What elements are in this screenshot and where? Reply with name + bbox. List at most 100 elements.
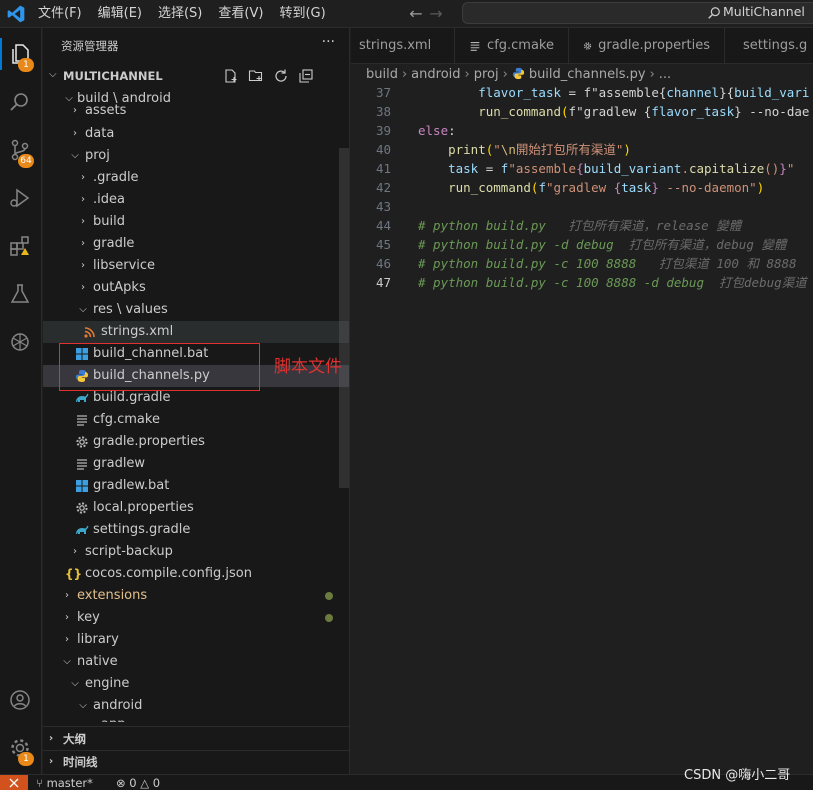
modified-dot xyxy=(325,592,333,600)
outline-panel-header[interactable]: › 大纲 xyxy=(43,728,349,750)
chevron-right-icon: › xyxy=(401,67,408,82)
branch-indicator[interactable]: ⑂ master* xyxy=(36,775,93,790)
code-line: 41 task = f"assemble{build_variant.capit… xyxy=(375,161,795,176)
code-line: 39 else: xyxy=(375,123,456,138)
menu-file[interactable]: 文件(F) xyxy=(38,0,82,28)
testing-activity[interactable] xyxy=(0,276,42,312)
menu-selection[interactable]: 选择(S) xyxy=(158,0,202,28)
tab-settings-gradle[interactable]: settings.g xyxy=(725,28,813,64)
tree-folder-proj[interactable]: ⌵ proj xyxy=(43,145,349,167)
forward-arrow-icon[interactable]: → xyxy=(426,4,446,23)
new-folder-icon[interactable] xyxy=(248,68,264,84)
chevron-right-icon: › xyxy=(81,172,85,183)
timeline-panel-header[interactable]: › 时间线 xyxy=(43,751,349,773)
code-text: flavor_task = f"assemble{channel}{build_… xyxy=(478,85,810,100)
search-activity[interactable] xyxy=(0,84,42,120)
tree-folder-script-backup[interactable]: › script-backup xyxy=(43,541,349,563)
chevron-right-icon: › xyxy=(81,238,85,249)
search-icon xyxy=(10,93,28,111)
tree-folder-build[interactable]: › build xyxy=(43,211,349,233)
panel-divider xyxy=(43,726,349,727)
tree-folder-data[interactable]: › data xyxy=(43,123,349,145)
chevron-right-icon: › xyxy=(649,67,655,82)
tree-folder-dot-gradle[interactable]: › .gradle xyxy=(43,167,349,189)
chevron-down-icon: ⌵ xyxy=(63,656,71,667)
menu-view[interactable]: 查看(V) xyxy=(218,0,263,28)
breadcrumb-file[interactable]: build_channels.py xyxy=(529,67,646,82)
tree-folder-key[interactable]: › key xyxy=(43,607,349,629)
command-center-search[interactable]: MultiChannel xyxy=(462,2,813,24)
flask-icon xyxy=(10,284,30,303)
tree-file-gradle-properties[interactable]: gradle.properties xyxy=(43,431,349,453)
tree-file-gradlew[interactable]: gradlew xyxy=(43,453,349,475)
collapse-all-icon[interactable] xyxy=(298,68,314,84)
tree-folder-outapks[interactable]: › outApks xyxy=(43,277,349,299)
code-text: else: xyxy=(418,123,456,138)
code-text: run_command(f"gradlew {flavor_task} --no… xyxy=(478,104,810,119)
refresh-icon[interactable] xyxy=(273,68,289,84)
explorer-activity[interactable]: 1 xyxy=(0,36,42,72)
remote-indicator-icon[interactable] xyxy=(0,775,28,790)
chevron-down-icon: ⌵ xyxy=(71,150,79,161)
breadcrumb-build[interactable]: build xyxy=(366,67,398,82)
tree-folder-gradle[interactable]: › gradle xyxy=(43,233,349,255)
git-branch-icon: ⑂ xyxy=(36,776,47,790)
code-text: task = f"assemble{build_variant.capitali… xyxy=(448,161,795,176)
tree-file-settings-gradle[interactable]: settings.gradle xyxy=(43,519,349,541)
breadcrumb-symbol[interactable]: ... xyxy=(659,67,671,82)
chevron-right-icon: › xyxy=(65,612,69,623)
breadcrumb-proj[interactable]: proj xyxy=(474,67,499,82)
windows-icon xyxy=(76,480,88,492)
menu-go[interactable]: 转到(G) xyxy=(279,0,325,28)
nav-buttons: ← → xyxy=(406,4,452,24)
code-line: 44 # python build.py 打包所有渠道，release 變體 xyxy=(375,218,742,233)
annotation-box xyxy=(59,343,260,391)
menu-edit[interactable]: 编辑(E) xyxy=(98,0,142,28)
tree-file-cocos-compile-config-json[interactable]: {} cocos.compile.config.json xyxy=(43,563,349,585)
code-line: 37 flavor_task = f"assemble{channel}{bui… xyxy=(375,85,810,100)
tab-cfg-cmake[interactable]: cfg.cmake xyxy=(455,28,569,64)
tree-folder-app[interactable]: ⌵app xyxy=(43,714,349,722)
tree-file-strings-xml[interactable]: strings.xml xyxy=(43,321,349,343)
tree-folder-idea[interactable]: › .idea xyxy=(43,189,349,211)
tree-folder-assets[interactable]: › assets xyxy=(43,104,349,118)
manage-activity[interactable]: 1 xyxy=(0,730,42,766)
chevron-right-icon: › xyxy=(65,590,69,601)
extensions-activity[interactable] xyxy=(0,228,42,264)
tree-file-local-properties[interactable]: local.properties xyxy=(43,497,349,519)
chevron-right-icon: › xyxy=(502,67,508,82)
project-header[interactable]: ⌵ MULTICHANNEL xyxy=(43,66,349,88)
tree-folder-res-values[interactable]: ⌵ res \ values xyxy=(43,299,349,321)
rss-icon xyxy=(84,327,95,338)
tab-strings-xml[interactable]: strings.xml xyxy=(351,28,455,64)
tree-folder-extensions[interactable]: › extensions xyxy=(43,585,349,607)
accounts-activity[interactable] xyxy=(0,682,42,718)
code-line: 40 print("\n開始打包所有渠道") xyxy=(375,142,631,157)
title-bar: 文件(F) 编辑(E) 选择(S) 查看(V) 转到(G) ← → MultiCh… xyxy=(0,0,813,28)
tree-file-gradlew-bat[interactable]: gradlew.bat xyxy=(43,475,349,497)
tree-folder-library[interactable]: › library xyxy=(43,629,349,651)
tab-gradle-properties[interactable]: gradle.properties xyxy=(569,28,725,64)
error-icon: ⊗ xyxy=(116,776,130,790)
chevron-down-icon: ⌵ xyxy=(79,304,87,315)
editor-tabs: strings.xml cfg.cmake gradle.properties … xyxy=(351,28,813,64)
back-arrow-icon[interactable]: ← xyxy=(406,4,426,23)
source-control-activity[interactable]: 64 xyxy=(0,132,42,168)
tree-file-cfg-cmake[interactable]: cfg.cmake xyxy=(43,409,349,431)
chevron-right-icon: › xyxy=(49,756,54,767)
more-actions-icon[interactable]: ··· xyxy=(322,34,335,50)
breadcrumb-android[interactable]: android xyxy=(411,67,460,82)
code-text: print("\n開始打包所有渠道") xyxy=(448,142,631,157)
code-text: # python build.py -c 100 8888 打包渠道 100 和… xyxy=(418,256,797,271)
problems-indicator[interactable]: ⊗ 0 △ 0 xyxy=(116,775,160,790)
lines-icon xyxy=(77,459,87,470)
vscode-logo-icon xyxy=(7,5,25,23)
tree-folder-libservice[interactable]: › libservice xyxy=(43,255,349,277)
sidebar-scrollbar[interactable] xyxy=(339,148,349,488)
new-file-icon[interactable] xyxy=(223,68,239,84)
chatgpt-activity[interactable] xyxy=(0,324,42,360)
search-icon xyxy=(708,7,720,19)
tree-folder-engine[interactable]: ⌵ engine xyxy=(43,673,349,695)
tree-folder-native[interactable]: ⌵ native xyxy=(43,651,349,673)
run-debug-activity[interactable] xyxy=(0,180,42,216)
